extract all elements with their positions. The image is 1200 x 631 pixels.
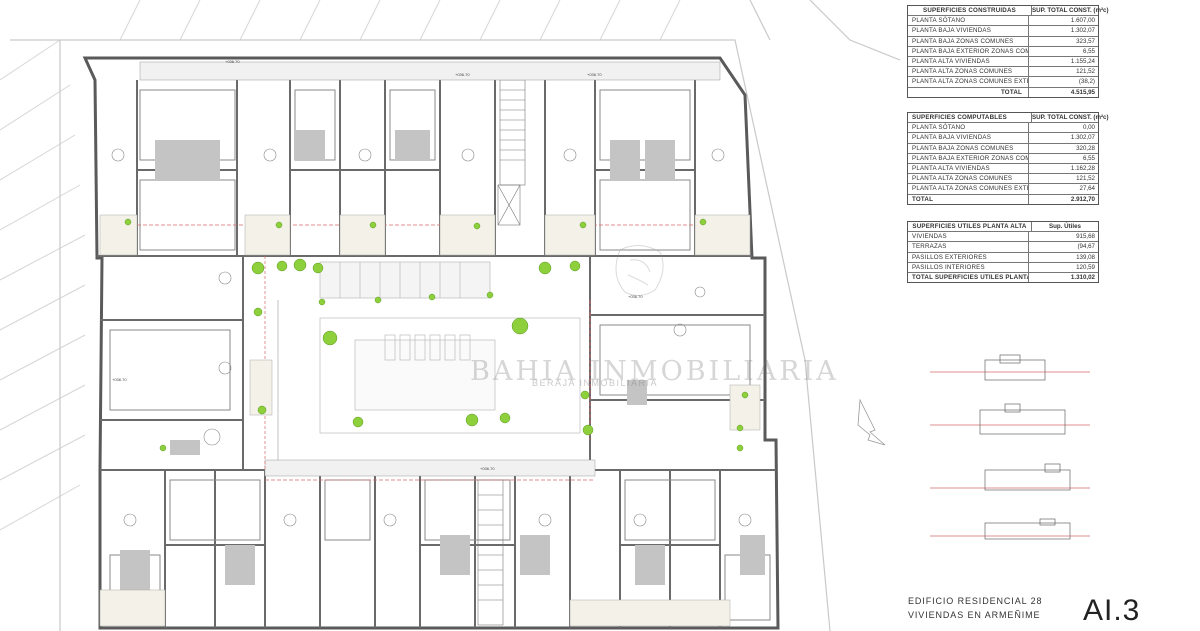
table-superficies-computables: SUPERFICIES COMPUTABLES SUP. TOTAL CONST…: [907, 112, 1109, 205]
elevation-sketches: [930, 354, 1090, 540]
table-header-value: SUP. TOTAL CONST. (m²c): [1031, 6, 1109, 16]
level-marker: +036.70: [628, 294, 643, 299]
table-row: VIVIENDAS 915,68: [908, 231, 1098, 242]
level-marker: +036.70: [455, 72, 470, 77]
row-value: 915,68: [1028, 232, 1098, 242]
row-label: PLANTA ALTA ZONAS COMUNES: [912, 175, 1013, 183]
table-row: PLANTA ALTA VIVIENDAS 1.162,28: [908, 162, 1098, 174]
table-row: PLANTA ALTA ZONAS COMUNES EXTERIORES27,6…: [908, 183, 1098, 194]
row-label: PLANTA BAJA VIVIENDAS: [912, 134, 992, 142]
row-label: PLANTA SÓTANO: [912, 17, 966, 25]
total-value: 4.515,95: [1028, 87, 1098, 97]
table-row: PLANTA ALTA VIVIENDAS 1.155,24: [908, 55, 1098, 67]
row-value: 121,52: [1028, 67, 1098, 77]
total-value: 1.310,02: [1028, 272, 1098, 283]
table-row: PLANTA SÓTANO 0,00: [908, 122, 1098, 133]
watermark-logo: [615, 245, 664, 296]
table-row: PLANTA ALTA ZONAS COMUNES EXTERIORES(38,…: [908, 76, 1098, 87]
level-marker: +036.70: [112, 377, 127, 382]
table-row: PLANTA BAJA ZONAS COMUNES 323,57: [908, 35, 1098, 46]
row-value: 320,28: [1028, 143, 1098, 153]
table-header: SUPERFICIES UTILES PLANTA ALTA Sup. Útil…: [908, 222, 1098, 232]
mid-corridor: [264, 459, 596, 477]
row-value: 1.155,24: [1028, 56, 1098, 67]
sheet-number: AI.3: [1083, 594, 1141, 627]
table-header-label: SUPERFICIES UTILES PLANTA ALTA: [912, 223, 1027, 230]
row-value: 6,55: [1028, 153, 1098, 163]
row-value: 120,59: [1028, 262, 1098, 272]
table-total-row: TOTAL SUPERFICIES UTILES PLANTA ALTA1.31…: [908, 271, 1098, 283]
row-label: PLANTA BAJA ZONAS COMUNES: [912, 37, 1014, 45]
table-header: SUPERFICIES CONSTRUIDAS SUP. TOTAL CONST…: [908, 6, 1109, 16]
north-arrow-icon: [857, 398, 886, 446]
table-header-label: SUPERFICIES CONSTRUIDAS: [923, 7, 1016, 14]
row-label: PLANTA ALTA ZONAS COMUNES EXTERIORES: [912, 185, 1028, 193]
table-row: PLANTA SÓTANO 1.607,00: [908, 15, 1098, 26]
table-row: PLANTA BAJA ZONAS COMUNES 320,28: [908, 142, 1098, 153]
row-value: 6,55: [1028, 46, 1098, 56]
total-value: 2.912,70: [1028, 194, 1098, 204]
row-label: PASILLOS EXTERIORES: [912, 253, 987, 261]
row-value: 1.607,00: [1028, 16, 1098, 26]
table-row: PASILLOS INTERIORES 120,59: [908, 261, 1098, 272]
row-value: 1.302,07: [1028, 26, 1098, 36]
top-corridor: [139, 61, 721, 81]
table-row: PASILLOS EXTERIORES 139,08: [908, 251, 1098, 262]
row-label: PLANTA BAJA ZONAS COMUNES: [912, 144, 1014, 152]
row-label: TERRAZAS: [912, 243, 947, 251]
table-row: PLANTA BAJA VIVIENDAS 1.302,07: [908, 132, 1098, 143]
table-total-row: TOTAL 4.515,95: [908, 86, 1098, 97]
row-label: PASILLOS INTERIORES: [912, 263, 985, 271]
row-label: PLANTA ALTA VIVIENDAS: [912, 57, 990, 65]
row-label: PLANTA SÓTANO: [912, 124, 966, 132]
table-superficies-construidas: SUPERFICIES CONSTRUIDAS SUP. TOTAL CONST…: [907, 5, 1109, 98]
row-label: PLANTA BAJA EXTERIOR ZONAS COMUNES: [912, 47, 1028, 55]
table-row: PLANTA BAJA EXTERIOR ZONAS COMUNES6,55: [908, 45, 1098, 56]
row-label: PLANTA ALTA ZONAS COMUNES: [912, 68, 1013, 76]
table-header-label: SUPERFICIES COMPUTABLES: [912, 114, 1007, 121]
row-value: 1.162,28: [1028, 163, 1098, 174]
project-title-line2: VIVIENDAS EN ARMEÑIME: [908, 610, 1041, 620]
total-label: TOTAL: [912, 195, 934, 203]
table-header-value: SUP. TOTAL CONST. (m²c): [1031, 113, 1109, 123]
total-label: TOTAL: [1000, 88, 1022, 96]
row-label: PLANTA BAJA VIVIENDAS: [912, 27, 992, 35]
table-superficies-utiles: SUPERFICIES UTILES PLANTA ALTA Sup. Útil…: [907, 221, 1099, 284]
table-row: TERRAZAS (94,67: [908, 241, 1098, 252]
row-value: (94,67: [1028, 242, 1098, 252]
watermark-subtitle: BERAJA INMOBILIARIA: [532, 378, 659, 388]
row-label: VIVIENDAS: [912, 233, 947, 241]
table-total-row: TOTAL 2.912,70: [908, 193, 1098, 204]
row-value: 323,57: [1028, 36, 1098, 46]
project-title-line1: EDIFICIO RESIDENCIAL 28: [908, 596, 1043, 606]
row-value: (38,2): [1028, 77, 1098, 87]
row-value: 27,64: [1028, 184, 1098, 194]
row-label: PLANTA BAJA EXTERIOR ZONAS COMUNES: [912, 154, 1028, 162]
table-header: SUPERFICIES COMPUTABLES SUP. TOTAL CONST…: [908, 113, 1109, 123]
level-marker: +036.70: [225, 59, 240, 64]
level-marker: +036.70: [587, 72, 602, 77]
table-row: PLANTA ALTA ZONAS COMUNES 121,52: [908, 66, 1098, 77]
row-value: 0,00: [1028, 123, 1098, 133]
row-label: PLANTA ALTA VIVIENDAS: [912, 164, 990, 172]
row-value: 1.302,07: [1028, 133, 1098, 143]
row-value: 121,52: [1028, 174, 1098, 184]
total-label: TOTAL SUPERFICIES UTILES PLANTA ALTA: [912, 273, 1028, 281]
row-label: PLANTA ALTA ZONAS COMUNES EXTERIORES: [912, 78, 1028, 86]
table-row: PLANTA BAJA VIVIENDAS 1.302,07: [908, 25, 1098, 36]
level-marker: +036.70: [480, 466, 495, 471]
table-row: PLANTA BAJA EXTERIOR ZONAS COMUNES6,55: [908, 152, 1098, 163]
row-value: 139,08: [1028, 252, 1098, 262]
table-header-value: Sup. Útiles: [1031, 222, 1098, 232]
table-row: PLANTA ALTA ZONAS COMUNES 121,52: [908, 173, 1098, 184]
